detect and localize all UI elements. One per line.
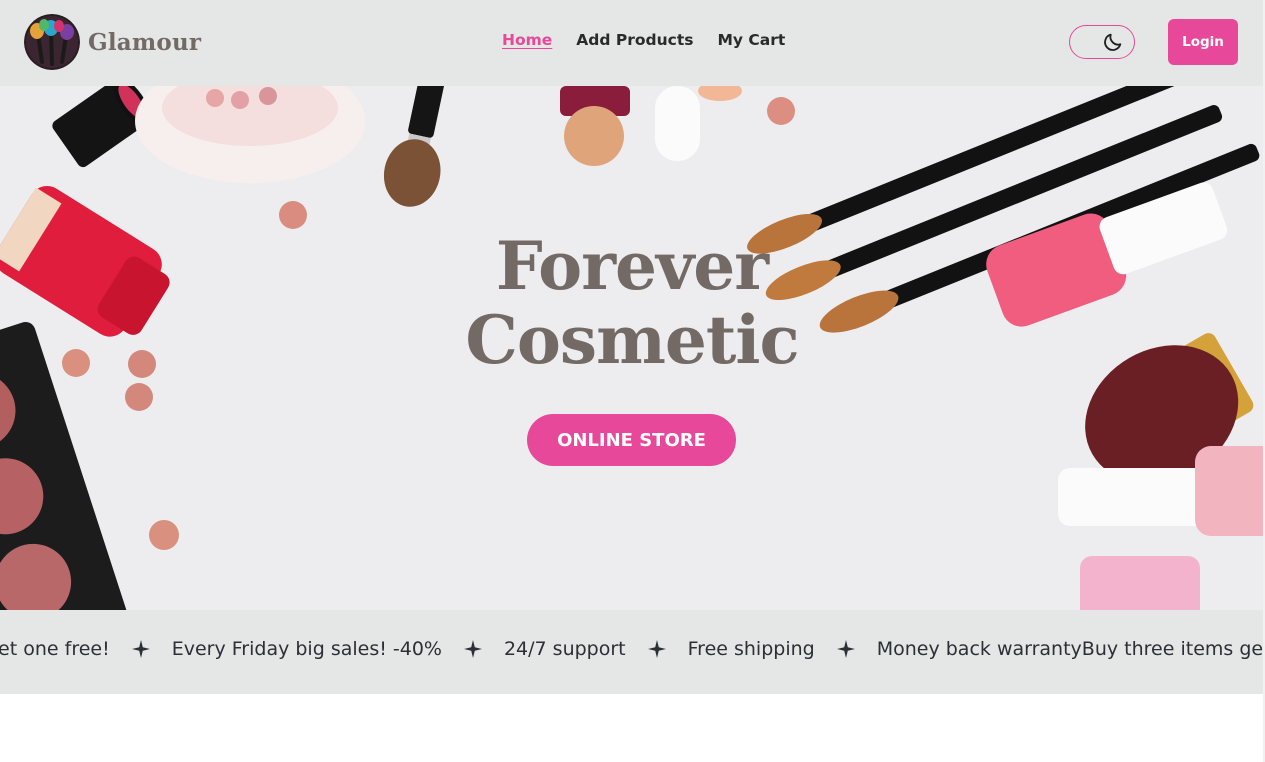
hero-title: Forever Cosmetic [390,229,874,377]
brand-logo-link[interactable]: Glamour [24,14,201,70]
moon-icon [1104,33,1122,51]
marquee-item: Free shipping [687,638,815,660]
sparkle-icon [647,640,666,658]
marquee-item: Money back warrantyBuy three items get [876,638,1265,660]
marquee-track: get one free! Every Friday big sales! -4… [0,638,1265,660]
online-store-button[interactable]: ONLINE STORE [527,414,736,466]
marquee-item: get one free! [0,638,110,660]
theme-toggle-button[interactable] [1069,25,1135,59]
hero-title-line1: Forever [495,227,769,305]
marquee-item: Every Friday big sales! -40% [171,638,442,660]
main-nav: Home Add Products My Cart [502,31,785,49]
sparkle-icon [463,640,482,658]
promo-marquee: get one free! Every Friday big sales! -4… [0,610,1265,694]
nav-link-add-products[interactable]: Add Products [576,31,693,49]
sparkle-icon [836,640,855,658]
brand-name: Glamour [88,28,202,56]
login-button[interactable]: Login [1168,19,1238,65]
sparkle-icon [131,640,150,658]
nav-link-my-cart[interactable]: My Cart [718,31,786,49]
makeup-brushes-logo-icon [24,14,80,70]
hero-title-line2: Cosmetic [465,301,799,379]
nav-link-home[interactable]: Home [502,31,552,49]
hero-banner: Forever Cosmetic ONLINE STORE [0,86,1263,610]
marquee-item: 24/7 support [503,638,626,660]
navbar: Glamour Home Add Products My Cart Login [0,0,1265,86]
